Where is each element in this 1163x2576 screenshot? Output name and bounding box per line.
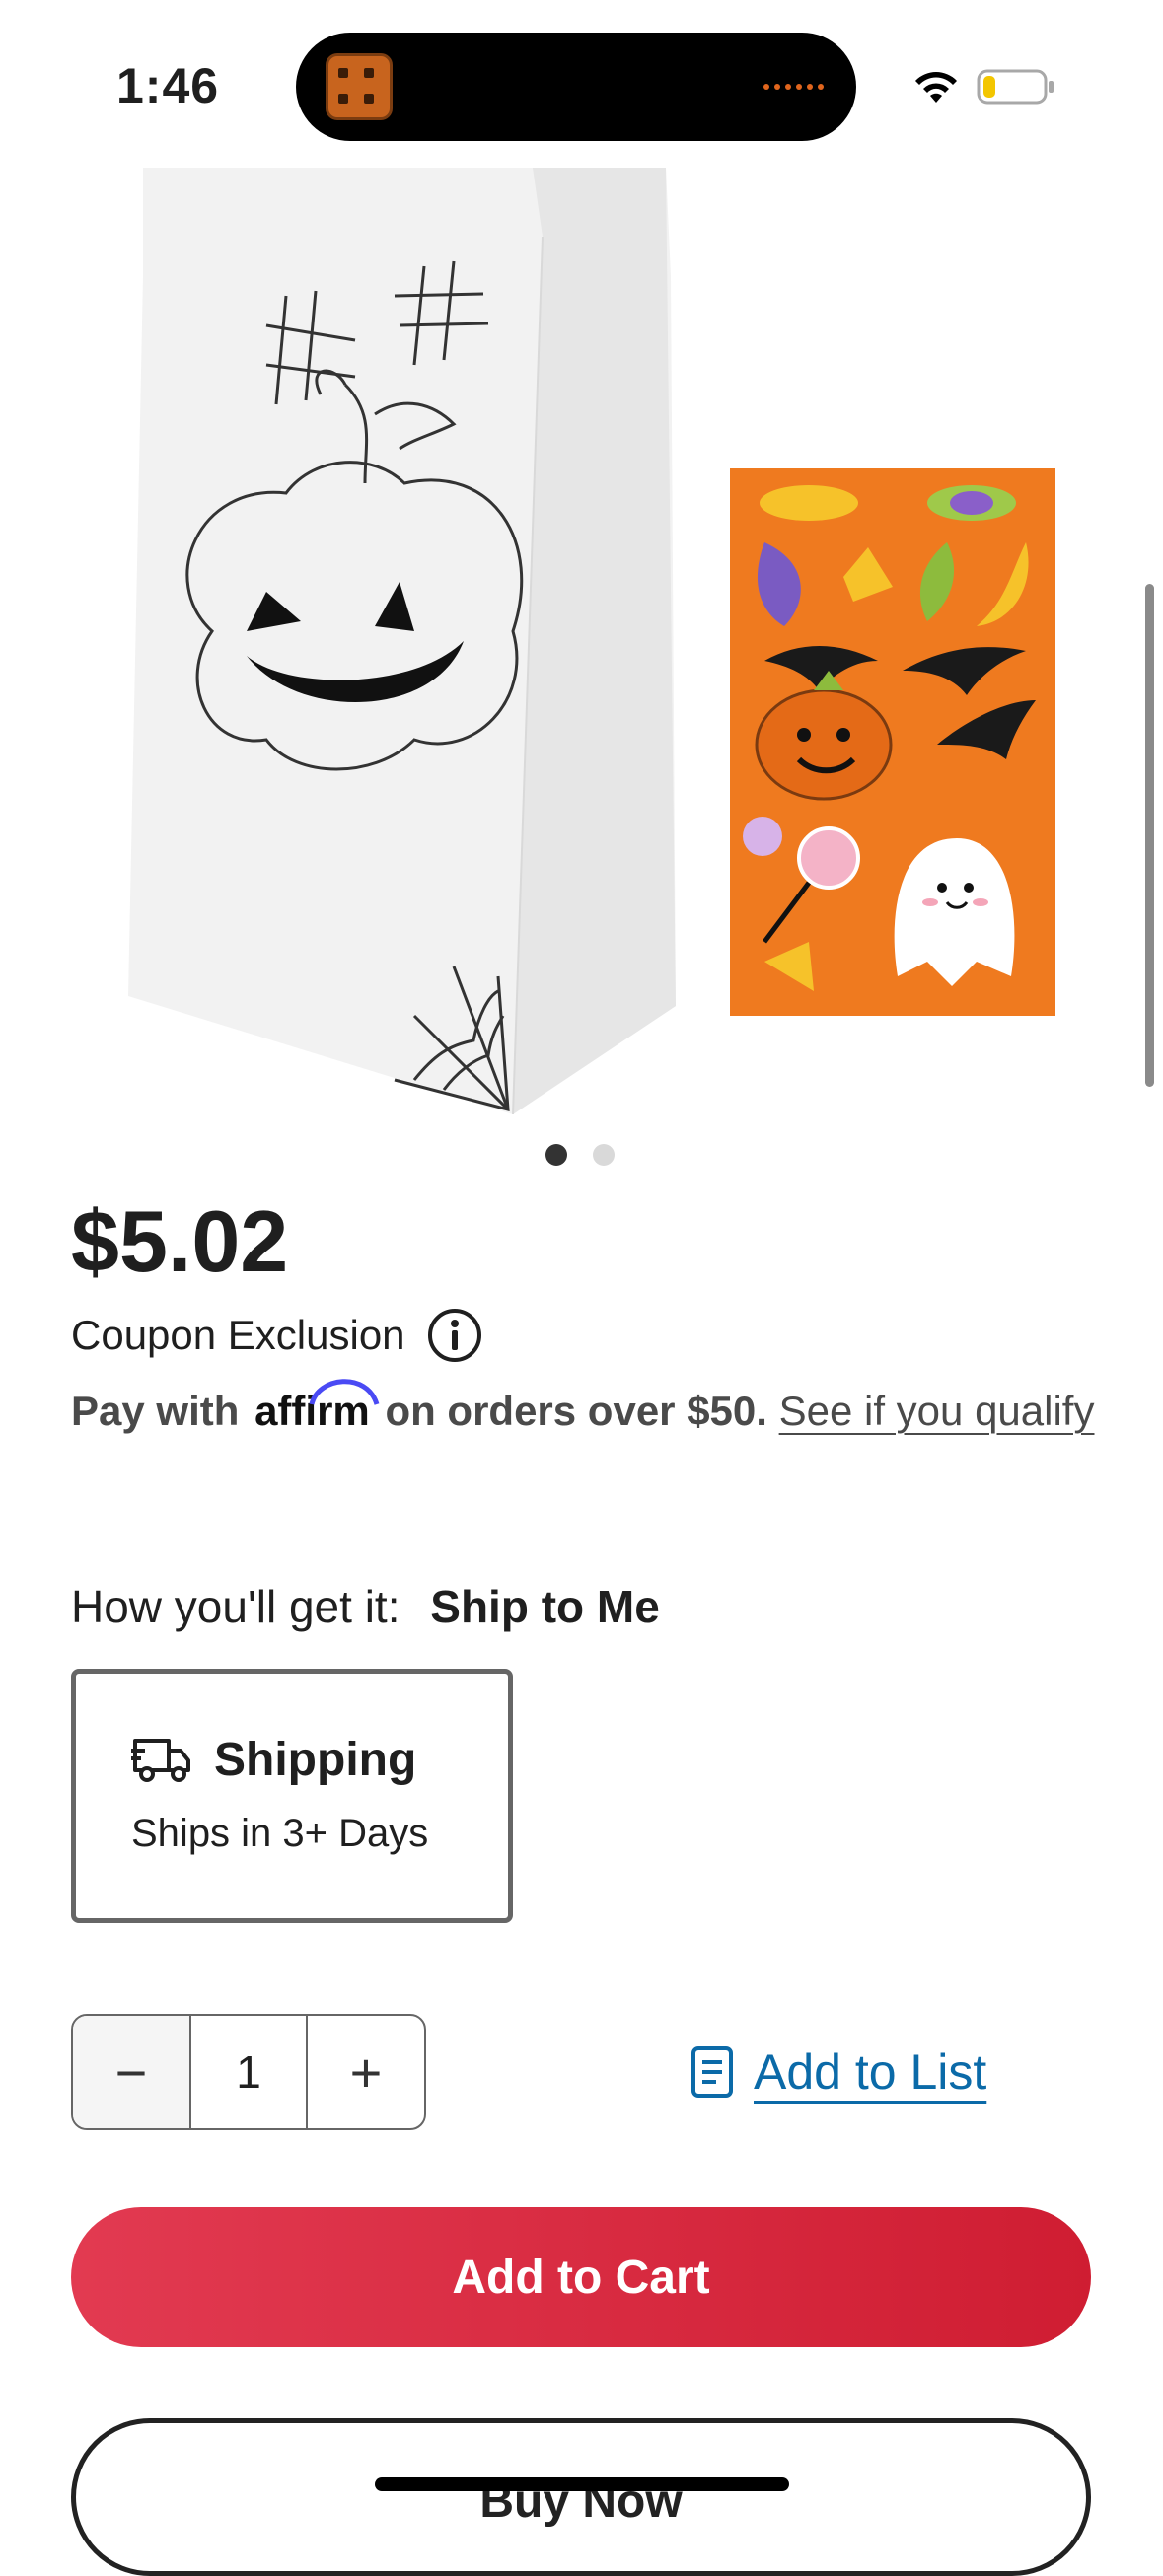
affirm-suffix: on orders over $50. [385,1388,767,1434]
affirm-logo: affirm [254,1379,380,1442]
product-price: $5.02 [71,1192,289,1290]
coupon-exclusion: Coupon Exclusion [71,1308,482,1363]
carousel-dot-2[interactable] [593,1144,615,1166]
add-to-list-button[interactable]: Add to List [691,2043,986,2101]
info-icon[interactable] [427,1308,482,1363]
fulfillment-label: How you'll get it: [71,1581,400,1632]
affirm-financing: Pay with affirm on orders over $50. See … [71,1379,1097,1442]
decrease-quantity-button[interactable]: − [73,2016,191,2128]
carousel-dot-1[interactable] [545,1144,567,1166]
coupon-exclusion-label: Coupon Exclusion [71,1312,405,1358]
affirm-prefix: Pay with [71,1388,240,1434]
status-time: 1:46 [116,58,220,113]
add-to-cart-label: Add to Cart [452,2251,710,2304]
shipping-option-card[interactable]: Shipping Ships in 3+ Days [71,1669,513,1923]
activity-indicator-icon [763,82,827,92]
add-to-cart-button[interactable]: Add to Cart [71,2207,1091,2347]
add-to-list-label[interactable]: Add to List [754,2043,986,2101]
affirm-qualify-link[interactable]: See if you qualify [779,1388,1095,1434]
shipping-option-eta: Ships in 3+ Days [131,1812,429,1855]
home-indicator[interactable] [375,2477,789,2491]
product-image[interactable] [118,168,1065,1114]
scrollbar[interactable] [1145,584,1154,1087]
status-bar: 1:46 [0,0,1163,158]
now-playing-thumbnail [326,53,393,120]
fulfillment-heading: How you'll get it: Ship to Me [71,1580,660,1633]
buy-now-button[interactable]: Buy Now [71,2418,1091,2576]
list-icon [691,2046,733,2098]
increase-quantity-button[interactable]: + [306,2016,424,2128]
dynamic-island[interactable] [296,33,856,141]
wifi-icon [915,72,957,103]
carousel-indicator[interactable] [0,1144,1163,1168]
shipping-option-title: Shipping [214,1734,417,1786]
fulfillment-method: Ship to Me [430,1581,660,1632]
quantity-stepper: − 1 + [71,2014,426,2130]
truck-icon [131,1739,190,1782]
battery-icon [977,69,1054,105]
quantity-value[interactable]: 1 [191,2016,306,2128]
affirm-arc-icon [309,1379,380,1405]
